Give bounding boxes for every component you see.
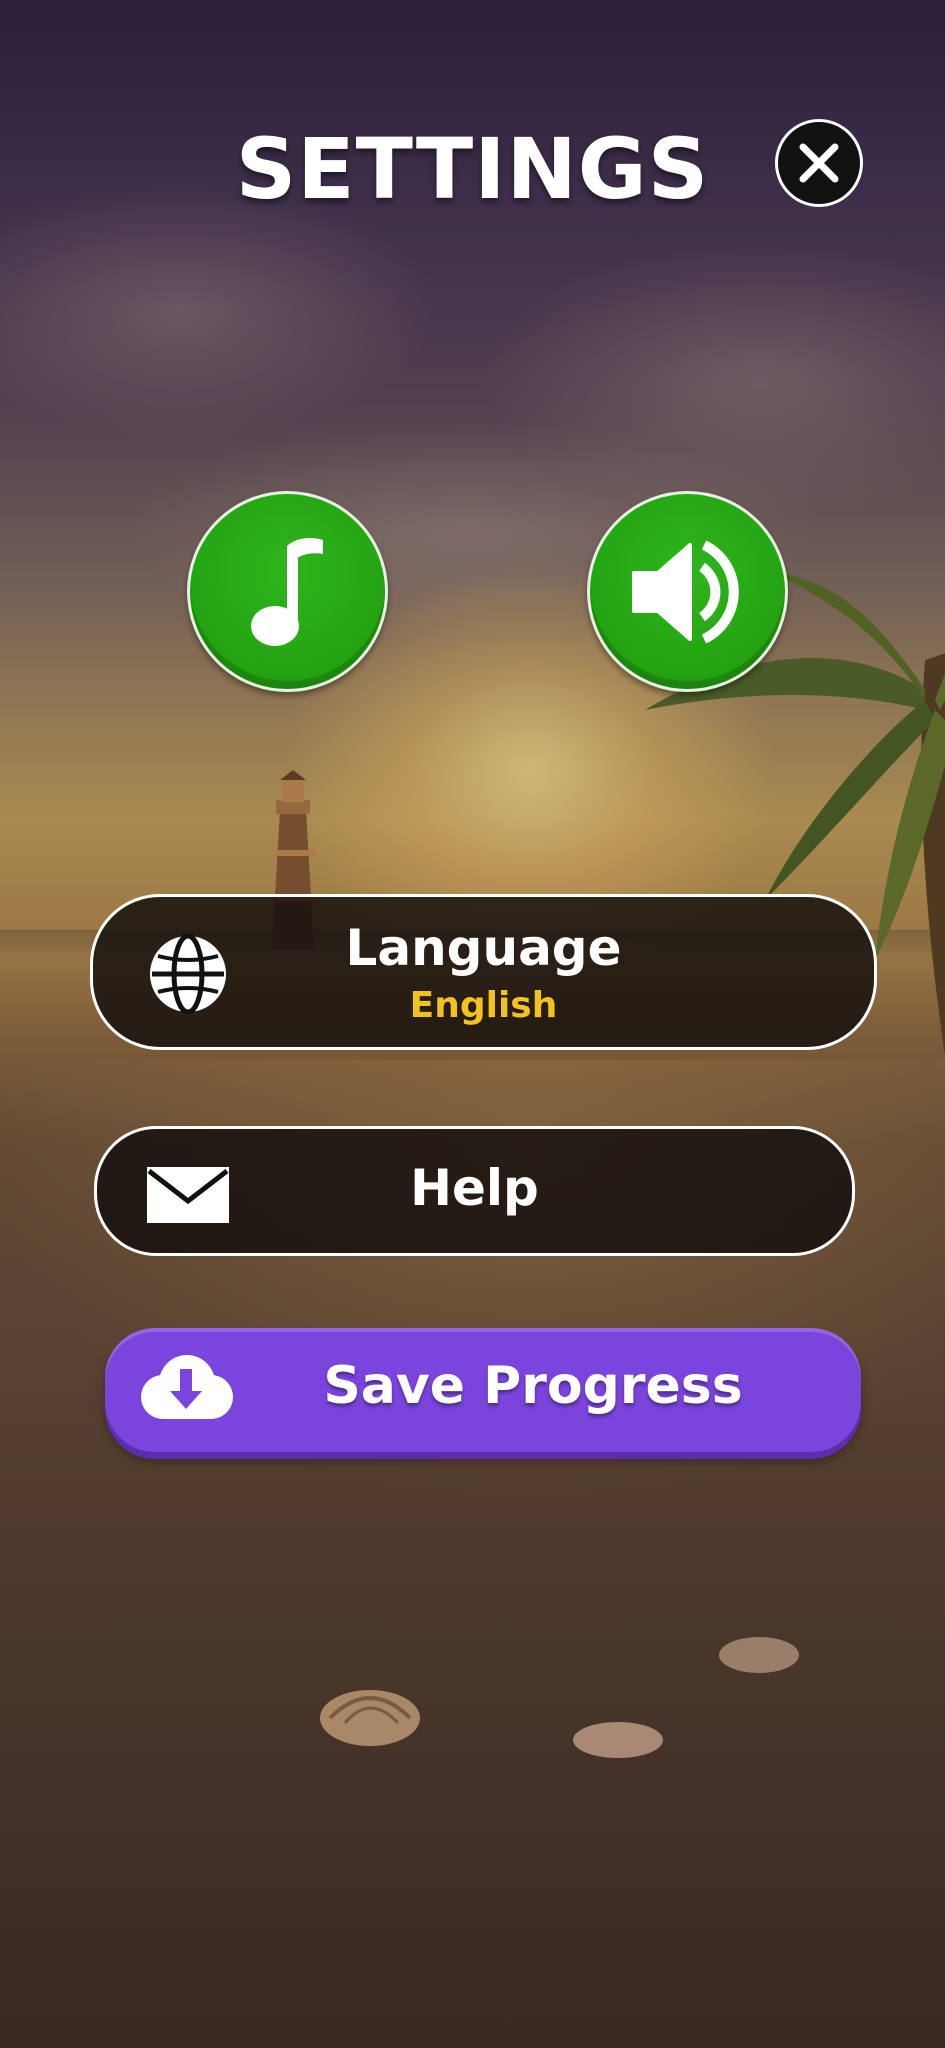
- language-value: English: [409, 985, 558, 1026]
- save-progress-label: Save Progress: [323, 1356, 743, 1416]
- language-label: Language: [345, 919, 622, 977]
- music-toggle-button[interactable]: [187, 491, 388, 692]
- cloud-download-icon: [135, 1355, 235, 1421]
- sound-toggle-button[interactable]: [587, 491, 788, 692]
- speaker-icon: [631, 539, 739, 644]
- music-note-icon: [250, 537, 323, 646]
- close-icon: [799, 143, 839, 183]
- save-progress-button[interactable]: Save Progress: [105, 1328, 861, 1452]
- language-button[interactable]: Language English: [90, 894, 877, 1050]
- help-button[interactable]: Help: [94, 1126, 855, 1256]
- close-button[interactable]: [775, 119, 863, 207]
- help-label: Help: [410, 1159, 539, 1217]
